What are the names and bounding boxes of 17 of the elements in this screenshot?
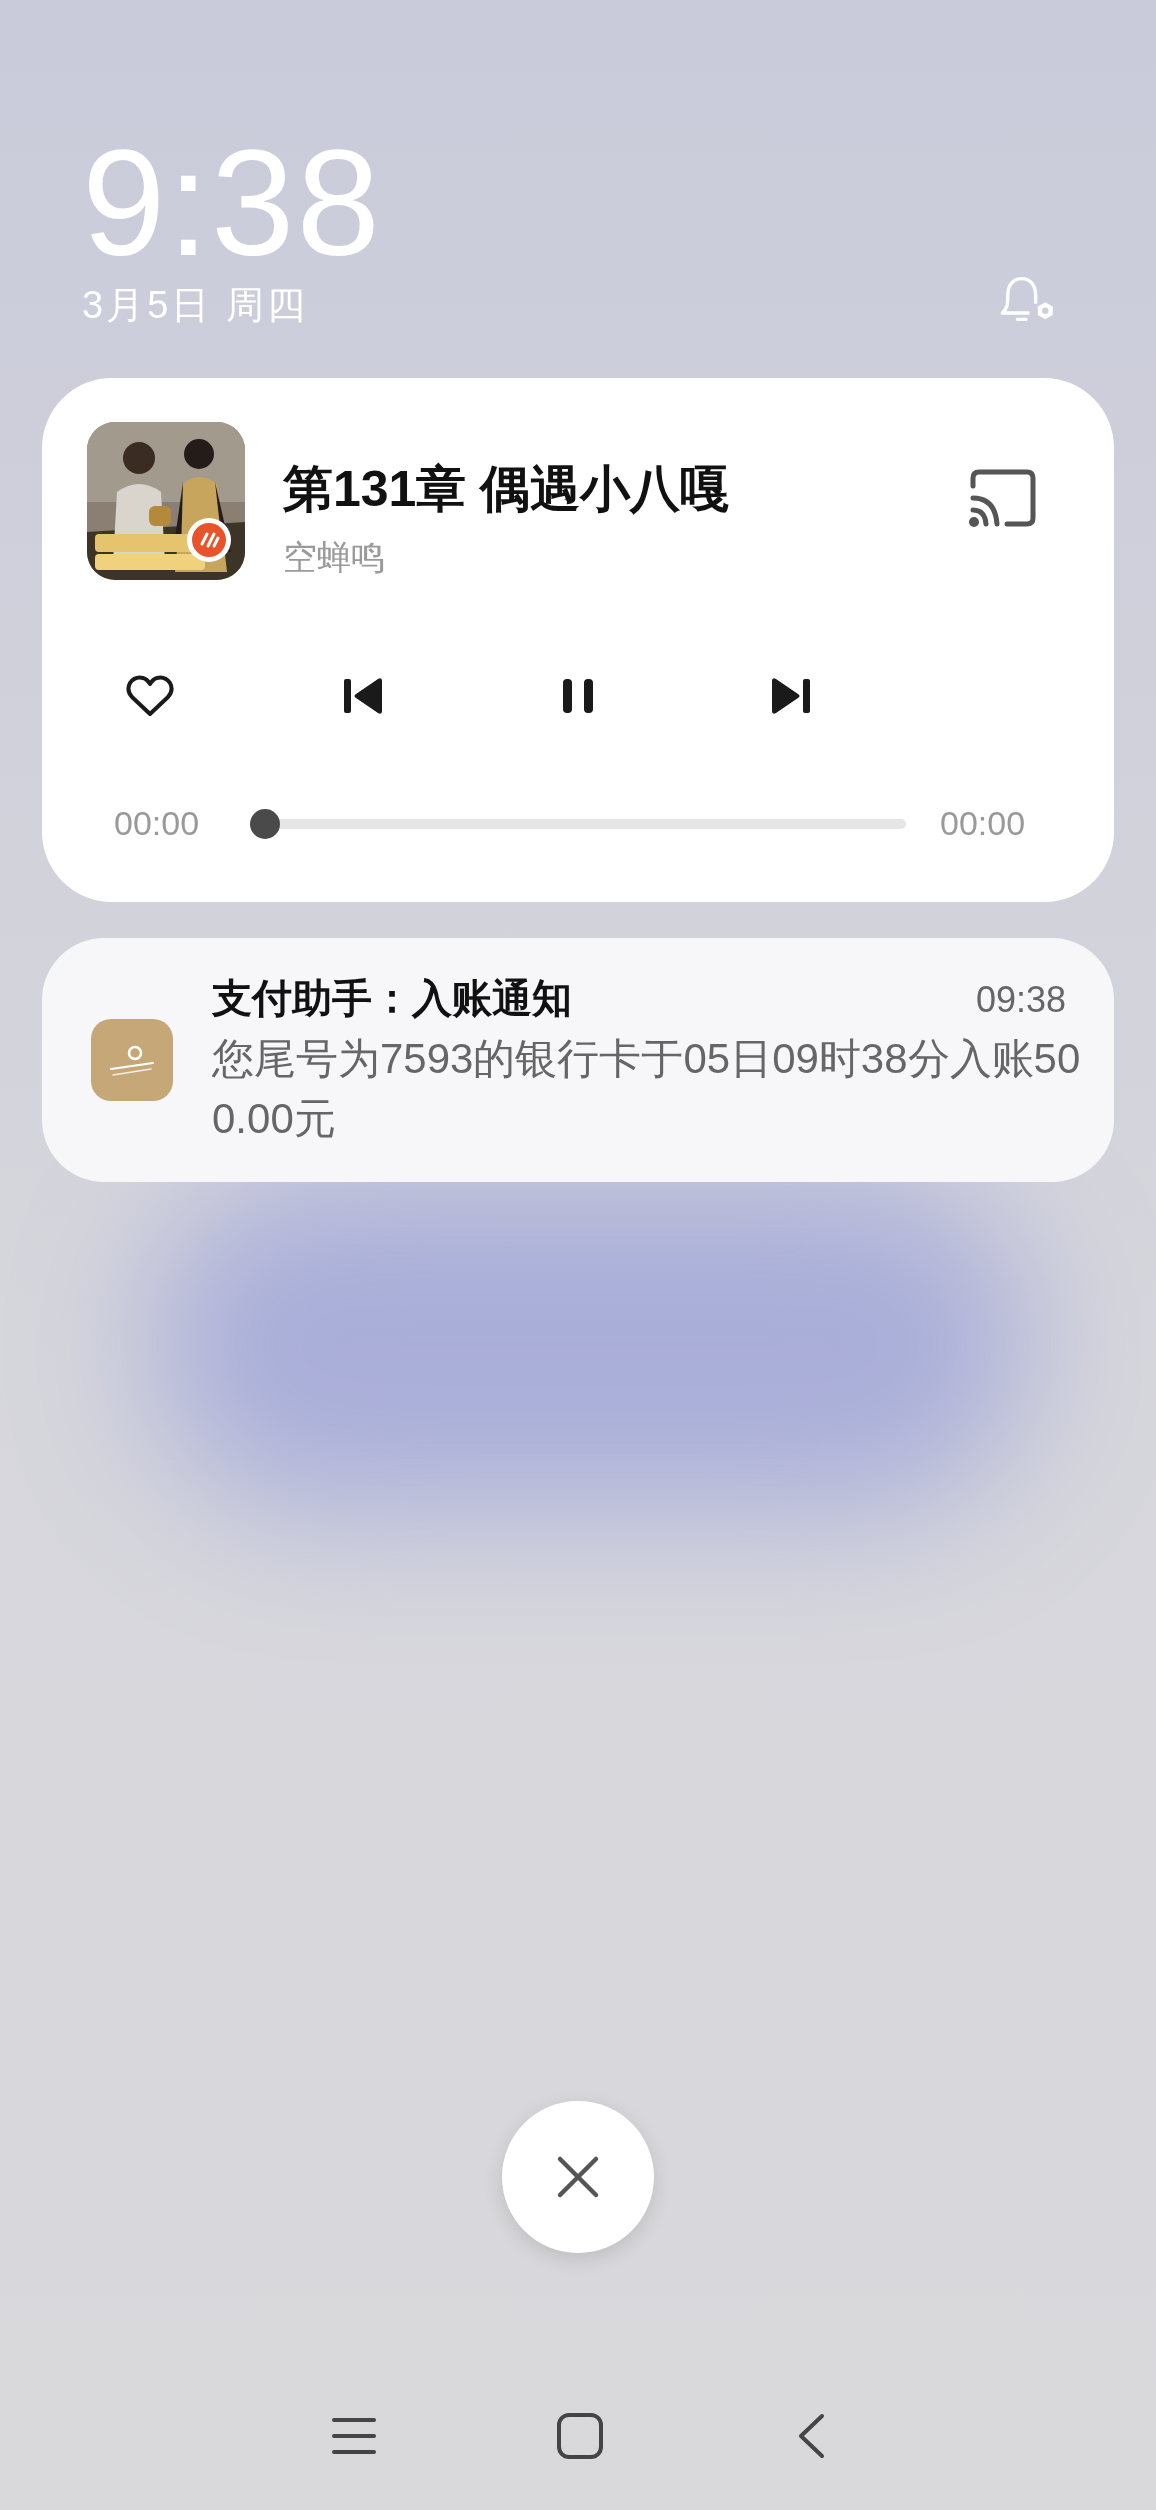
progress-thumb[interactable] xyxy=(250,808,280,839)
notification-message: 您尾号为7593的银行卡于05日09时38分入账500.00元 xyxy=(212,1033,1082,1144)
notification-title: 支付助手：入账通知 xyxy=(212,974,572,1022)
total-duration: 00:00 xyxy=(940,803,1026,844)
progress-slider[interactable] xyxy=(250,808,906,839)
notification-time: 09:38 xyxy=(975,977,1066,1022)
home-icon[interactable] xyxy=(556,2412,604,2460)
elapsed-time: 00:00 xyxy=(114,803,201,844)
app-badge-icon xyxy=(187,518,231,562)
close-icon xyxy=(556,2155,600,2199)
cast-icon[interactable] xyxy=(967,468,1039,528)
heart-icon xyxy=(125,674,175,718)
quickpass-app-icon xyxy=(91,1019,173,1101)
back-icon[interactable] xyxy=(796,2412,826,2460)
artist-name: 空蝉鸣 xyxy=(283,537,386,578)
track-title: 第131章 偶遇小八嘎 xyxy=(283,460,732,519)
notification-card[interactable]: 支付助手：入账通知 09:38 您尾号为7593的银行卡于05日09时38分入账500.00元 xyxy=(42,938,1114,1182)
